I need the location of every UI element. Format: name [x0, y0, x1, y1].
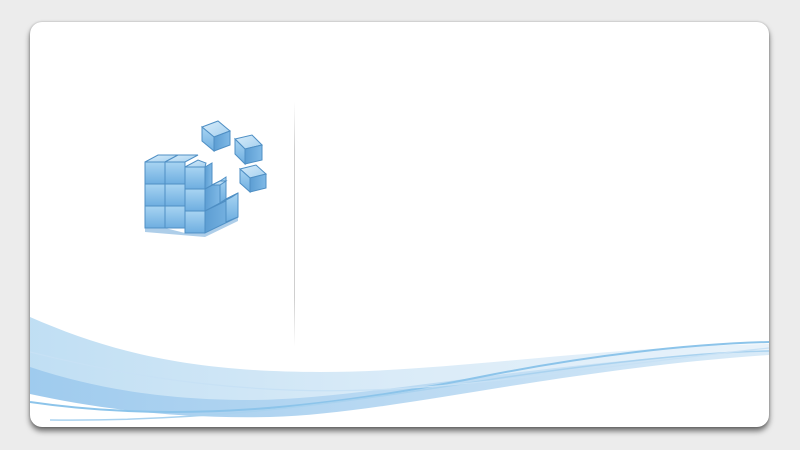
vertical-divider — [294, 102, 295, 347]
splash-content-area — [310, 62, 750, 322]
splash-screen — [0, 0, 800, 450]
registry-cubes-icon — [144, 120, 268, 237]
splash-card — [30, 22, 769, 427]
